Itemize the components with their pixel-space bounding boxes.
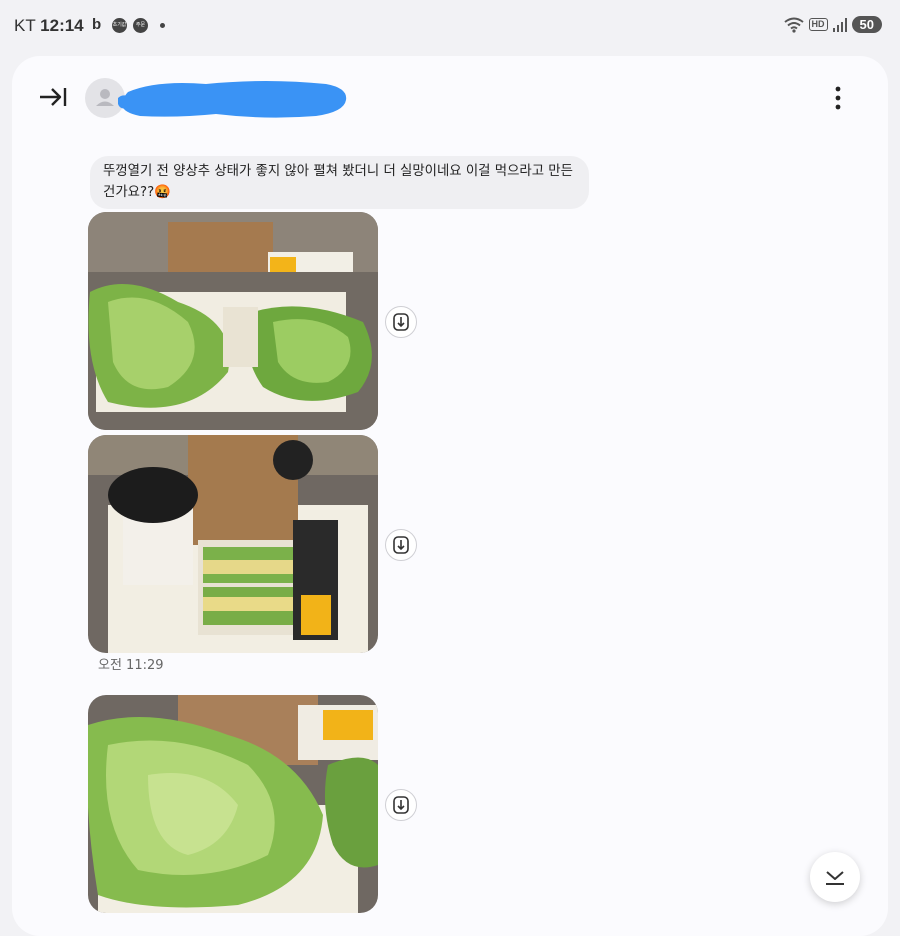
scroll-down-icon bbox=[826, 871, 844, 885]
message-timestamp: 오전 11:29 bbox=[98, 658, 164, 673]
conversation-panel: 뚜껑열기 전 양상추 상태가 좋지 않아 펼쳐 봤더니 더 실망이네요 이걸 먹… bbox=[12, 56, 888, 936]
notification-icons: b 초기값 주문 bbox=[92, 17, 165, 33]
sandwich-photo bbox=[88, 435, 378, 653]
status-carrier-time: KT 12:14 bbox=[14, 16, 84, 36]
contact-name-redaction bbox=[118, 81, 347, 118]
salad-photo bbox=[88, 212, 378, 430]
save-icon bbox=[393, 796, 409, 814]
clock: 12:14 bbox=[40, 16, 84, 35]
more-options-button[interactable] bbox=[826, 84, 850, 112]
notif-badge-icon: 주문 bbox=[133, 17, 148, 33]
hd-voice-icon: HD bbox=[808, 18, 828, 31]
more-vertical-icon bbox=[835, 86, 841, 110]
scroll-to-bottom-button[interactable] bbox=[810, 852, 860, 902]
save-icon bbox=[393, 313, 409, 331]
save-image-button[interactable] bbox=[385, 306, 417, 338]
more-notifications-dot-icon bbox=[160, 22, 165, 28]
notif-badge-icon: 초기값 bbox=[112, 17, 127, 33]
status-right: HD 50 bbox=[783, 16, 882, 33]
save-image-button[interactable] bbox=[385, 789, 417, 821]
battery-icon: 50 bbox=[851, 16, 882, 33]
message-photo[interactable] bbox=[88, 695, 378, 913]
collapse-arrow-icon bbox=[40, 88, 67, 106]
save-icon bbox=[393, 536, 409, 554]
lettuce-photo bbox=[88, 695, 378, 913]
message-photo[interactable] bbox=[88, 435, 378, 653]
carrier-label: KT bbox=[14, 16, 36, 35]
b-app-icon: b bbox=[92, 16, 102, 33]
message-photo[interactable] bbox=[88, 212, 378, 430]
status-bar: KT 12:14 b 초기값 주문 HD 50 bbox=[0, 0, 900, 52]
save-image-button[interactable] bbox=[385, 529, 417, 561]
signal-icon bbox=[832, 17, 847, 32]
collapse-panel-button[interactable] bbox=[38, 84, 70, 110]
message-bubble[interactable]: 뚜껑열기 전 양상추 상태가 좋지 않아 펼쳐 봤더니 더 실망이네요 이걸 먹… bbox=[90, 156, 589, 209]
wifi-icon bbox=[783, 17, 804, 33]
